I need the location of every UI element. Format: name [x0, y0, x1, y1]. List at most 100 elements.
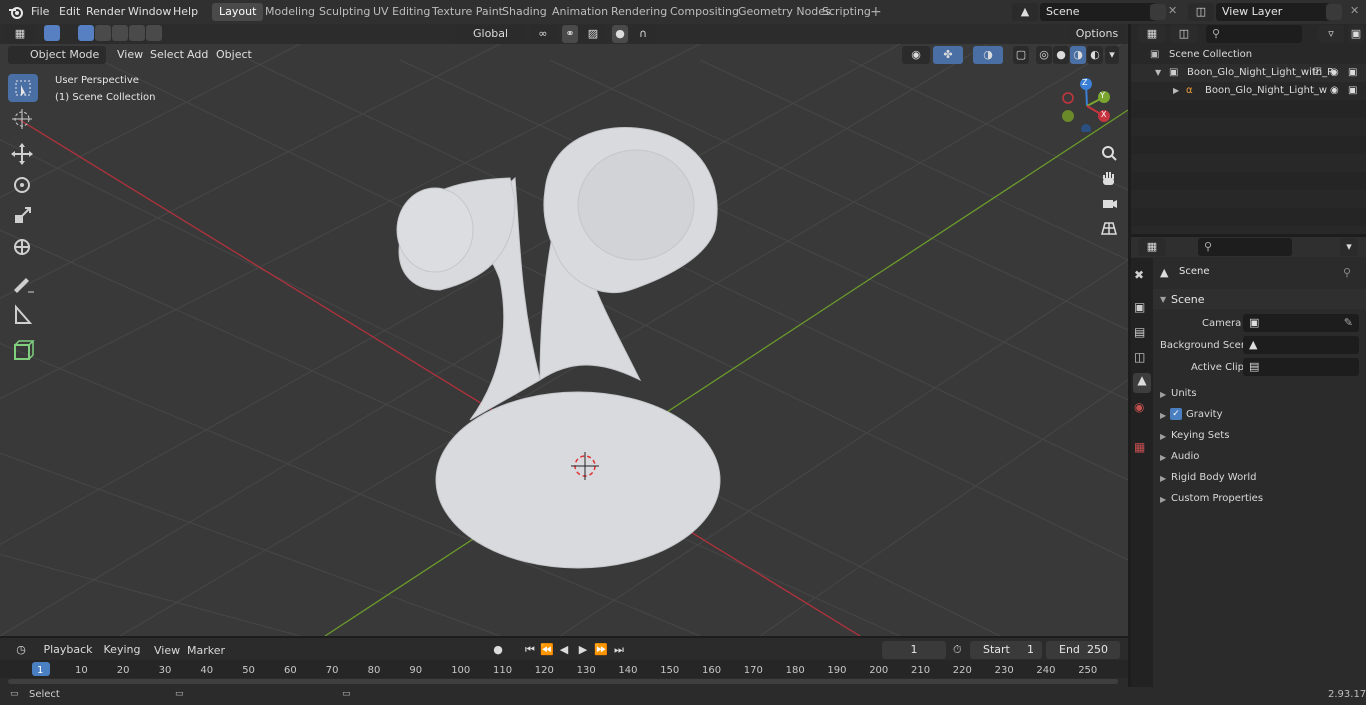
tab-scripting[interactable]: Scripting [815, 3, 878, 21]
tab-layout[interactable]: Layout [212, 3, 264, 21]
measure-tool[interactable] [8, 301, 38, 329]
outliner-editor-type-icon[interactable]: ▦ [1138, 25, 1166, 43]
viewport-menu-select[interactable]: Select [146, 47, 188, 63]
custom-properties-panel-header[interactable]: ▶ Custom Properties [1153, 489, 1366, 509]
jump-start-icon[interactable]: ⏮ [522, 641, 538, 659]
overlays-toggle-icon[interactable]: ◑ [973, 46, 1003, 64]
scene-panel-header[interactable]: ▼ Scene [1153, 289, 1366, 309]
annotate-tool[interactable] [8, 270, 38, 298]
menu-file[interactable]: File [31, 4, 49, 20]
end-frame-field[interactable]: End 250 [1046, 641, 1120, 659]
outliner-row-collection[interactable]: ▼ ▣ Boon_Glo_Night_Light_with_R ☑ ◉ ▣ [1131, 64, 1366, 82]
add-workspace-icon[interactable]: + [870, 4, 882, 20]
texture-tab-icon[interactable]: ▦ [1134, 440, 1145, 454]
eyedropper-icon[interactable]: ✎ [1344, 314, 1353, 332]
material-shading-icon[interactable]: ◑ [1070, 46, 1086, 64]
units-panel-header[interactable]: ▶ Units [1153, 384, 1366, 404]
new-view-layer-icon[interactable] [1326, 4, 1342, 20]
select-mode-invert-icon[interactable] [129, 25, 145, 41]
wireframe-shading-icon[interactable]: ◎ [1036, 46, 1052, 64]
xray-toggle-icon[interactable]: ▢ [1013, 46, 1029, 64]
menu-window[interactable]: Window [128, 4, 171, 20]
properties-options-icon[interactable]: ▾ [1340, 238, 1358, 256]
playback-dropdown[interactable]: Playback [40, 641, 96, 659]
outliner-search-input[interactable]: ⚲ [1206, 25, 1302, 43]
select-mode-new-icon[interactable] [78, 25, 94, 41]
output-tab-icon[interactable]: ▤ [1134, 325, 1145, 339]
new-scene-icon[interactable] [1150, 4, 1166, 20]
zoom-icon[interactable] [1098, 142, 1120, 164]
stopwatch-icon[interactable]: ⏱ [953, 643, 962, 657]
snap-target-icon[interactable]: ▨ [580, 25, 606, 43]
world-tab-icon[interactable]: ◉ [1134, 400, 1144, 414]
outliner-row-scene-collection[interactable]: ▣ Scene Collection [1131, 46, 1366, 64]
scene-selector-icon[interactable]: ▲ [1012, 3, 1038, 21]
menu-help[interactable]: Help [173, 4, 198, 20]
editor-type-icon[interactable]: ▦ [6, 25, 34, 43]
mode-dropdown[interactable]: Object Mode [8, 46, 106, 64]
expand-down-icon[interactable]: ▼ [1155, 64, 1161, 82]
rotate-tool[interactable] [8, 171, 38, 199]
active-clip-field[interactable]: ▤ [1243, 358, 1359, 376]
options-dropdown[interactable]: Options [1070, 25, 1124, 43]
menu-edit[interactable]: Edit [59, 4, 80, 20]
delete-scene-icon[interactable]: ✕ [1168, 4, 1177, 17]
outliner-display-mode-icon[interactable]: ◫ [1170, 25, 1198, 43]
audio-panel-header[interactable]: ▶ Audio [1153, 447, 1366, 467]
object-visibility-eye-icon[interactable]: ◉ [1330, 82, 1339, 100]
scene-name-field[interactable]: Scene [1040, 3, 1156, 21]
add-cube-tool[interactable] [8, 336, 38, 364]
expand-right-icon[interactable]: ▶ [1173, 82, 1179, 100]
current-frame-field[interactable]: 1 [882, 641, 946, 659]
jump-end-icon[interactable]: ⏭ [611, 641, 627, 659]
delete-view-layer-icon[interactable]: ✕ [1350, 4, 1359, 17]
blender-logo-icon[interactable] [8, 4, 24, 20]
select-box-tool[interactable] [8, 74, 38, 102]
object-render-camera-icon[interactable]: ▣ [1348, 82, 1357, 100]
proportional-falloff-icon[interactable]: ∩ [630, 25, 656, 43]
timeline-menu-marker[interactable]: Marker [187, 644, 225, 657]
transform-tool[interactable] [8, 233, 38, 261]
scale-tool[interactable] [8, 202, 38, 230]
visibility-eye-icon[interactable]: ◉ [1330, 64, 1339, 82]
cursor-tool[interactable] [8, 105, 38, 133]
transform-orientation-dropdown[interactable]: Global [455, 25, 525, 43]
keying-sets-panel-header[interactable]: ▶ Keying Sets [1153, 426, 1366, 446]
camera-field[interactable]: ▣ ✎ [1243, 314, 1359, 332]
menu-render[interactable]: Render [86, 4, 125, 20]
gravity-checkbox[interactable]: ✓ [1170, 408, 1182, 420]
new-collection-icon[interactable]: ▣ [1348, 25, 1364, 43]
viewport-menu-view[interactable]: View [113, 47, 147, 63]
viewport-menu-object[interactable]: Object [212, 47, 256, 63]
scene-tab-icon[interactable]: ▲ [1133, 373, 1151, 393]
outliner-filter-icon[interactable]: ▿ [1318, 25, 1344, 43]
play-reverse-icon[interactable]: ◀ [556, 641, 572, 659]
timeline-menu-view[interactable]: View [154, 644, 180, 657]
select-mode-extend-icon[interactable] [95, 25, 111, 41]
keying-dropdown[interactable]: Keying [98, 641, 146, 659]
camera-view-icon[interactable] [1098, 192, 1120, 214]
tool-tab-icon[interactable]: ✖ [1134, 268, 1144, 282]
play-icon[interactable]: ▶ [575, 641, 591, 659]
select-tool-icon[interactable] [44, 25, 60, 41]
orthographic-grid-icon[interactable] [1098, 217, 1120, 239]
timeline-scrollbar[interactable] [8, 679, 1118, 684]
navigation-gizmo[interactable]: Z Y X [1060, 76, 1116, 134]
gizmo-toggle-icon[interactable]: ✤ [933, 46, 963, 64]
pin-icon[interactable]: ⚲ [1343, 266, 1351, 279]
move-tool[interactable] [8, 140, 38, 168]
rigid-body-world-panel-header[interactable]: ▶ Rigid Body World [1153, 468, 1366, 488]
view-layer-selector-icon[interactable]: ◫ [1188, 3, 1214, 21]
pan-hand-icon[interactable] [1098, 167, 1120, 189]
proportional-edit-icon[interactable]: ● [612, 25, 628, 43]
render-camera-icon[interactable]: ▣ [1348, 64, 1357, 82]
visibility-toggle-icon[interactable]: ◉ [902, 46, 930, 64]
snap-toggle-icon[interactable]: ⚭ [562, 25, 578, 43]
solid-shading-icon[interactable]: ● [1053, 46, 1069, 64]
3d-viewport[interactable] [0, 44, 1128, 636]
pivot-point-icon[interactable]: ∞ [530, 25, 556, 43]
view-layer-field[interactable]: View Layer [1216, 3, 1330, 21]
timeline-editor-type-icon[interactable]: ◷ [6, 641, 36, 659]
viewport-menu-add[interactable]: Add [183, 47, 212, 63]
rendered-shading-icon[interactable]: ◐ [1087, 46, 1103, 64]
